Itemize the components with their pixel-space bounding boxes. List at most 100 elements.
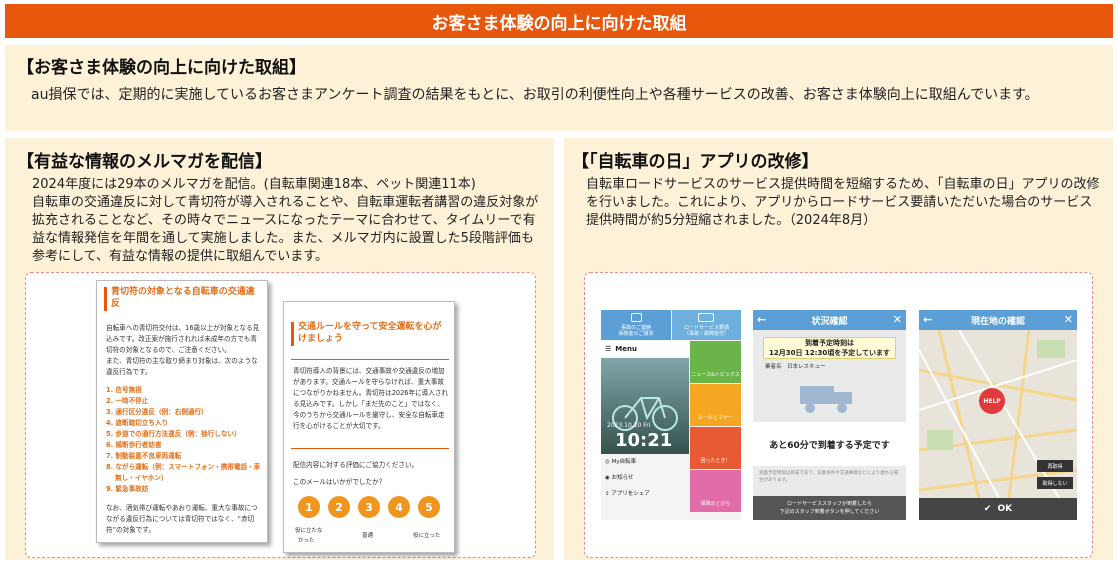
chat-icon (631, 313, 642, 322)
my-bike-label: My自転車 (611, 459, 637, 465)
tow-truck-icon (800, 386, 852, 413)
map-roads (919, 329, 1077, 499)
app-body: 自転車ロードサービスのサービス提供時間を短縮するため、「自転車の日」アプリの改修… (586, 177, 1100, 228)
check-icon: ✔ (983, 504, 992, 514)
menu-bar[interactable]: ☰ Menu (601, 341, 689, 357)
road-service-label: ロードサービス要請 （事故・故障受付） (683, 325, 729, 337)
list-item: 3. 通行区分違反（例：右側通行） (106, 408, 208, 416)
company-row: 業者名 日本レスキュー (765, 362, 826, 370)
list-item: 2. 一時不停止 (106, 397, 149, 405)
list-item: 4. 遮断踏切立ち入り (106, 419, 169, 427)
news-tile-label: ニュース&トピックス (691, 372, 740, 378)
list-item: 5. 歩道での通行方法違反（例：徐行しない） (106, 430, 241, 438)
app-panel: 【「自転車の日」アプリの改修】 自転車ロードサービスのサービス提供時間を短縮する… (564, 138, 1113, 560)
banner-title: お客さま体験の向上に向けた取組 (431, 13, 687, 34)
list-item: 9. 緊急事故妨 (106, 485, 149, 493)
status-title: 状況確認 (811, 316, 848, 327)
rating-button-3[interactable]: 3 (358, 496, 380, 518)
road-service-tile[interactable]: ロードサービス要請 （事故・故障受付） (672, 310, 741, 340)
list-item: 無し・イヤホン） (115, 474, 168, 482)
list-item: 1. 信号無視 (106, 386, 142, 394)
rating-button-5[interactable]: 5 (418, 496, 440, 518)
newsletter-card-violations: 青切符の対象となる自転車の交通違反 自転車への青切符交付は、16歳以上が対象とな… (96, 280, 268, 543)
reacquire-button[interactable]: 再取得 (1037, 460, 1073, 472)
skip-button[interactable]: 取得しない (1037, 477, 1073, 489)
card1-title: 青切符の対象となる自転車の交通違反 (111, 287, 255, 309)
card2-paragraph-1: 青切符導入の背景には、交通事故や交通違反の増加があります。交通ルールを守らなけれ… (293, 367, 449, 430)
divider (291, 448, 449, 449)
eta-note: 到着予定時刻は目安であり、気象条件や交通事情などにより遅れる場合があります。 (759, 471, 899, 483)
notice-link[interactable]: ◉ お知らせ (605, 473, 633, 481)
intro-heading: 【お客さま体験の向上に向けた取組】 (17, 58, 306, 78)
share-label: アプリをシェア (611, 491, 650, 497)
newsletter-body: 自転車の交通違反に対して青切符が導入されることや、自転車運転者講習の違反対象が拡… (32, 195, 539, 264)
rules-tile-label: ルールとマナー (697, 415, 733, 421)
list-item: 7. 制動装置不良車両運転 (106, 452, 182, 460)
rating-button-4[interactable]: 4 (388, 496, 410, 518)
app-heading: 【「自転車の日」アプリの改修】 (572, 152, 819, 172)
app-home-screen: 事故のご連絡 保険金のご請求 ロードサービス要請 （事故・故障受付） ☰ Menu… (601, 310, 741, 520)
status-screen: ← 状況確認 ✕ 到着予定時刻は 12月30日 12:30頃を予定しています 業… (753, 310, 906, 520)
company-label: 業者名 (765, 364, 782, 370)
status-header: ← 状況確認 ✕ (753, 310, 906, 330)
newsletter-heading: 【有益な情報のメルマガを配信】 (17, 152, 272, 172)
location-screen: ← 現在地の確認 ✕ HELP 再取得 取得しない ✔ OK (919, 310, 1077, 520)
rating-mid-label: 普通 (362, 533, 374, 539)
app-screens-frame: 事故のご連絡 保険金のご請求 ロードサービス要請 （事故・故障受付） ☰ Menu… (584, 272, 1093, 558)
rating-low-label: 役に立たな (295, 528, 323, 534)
location-title: 現在地の確認 (970, 316, 1025, 327)
eta-text: あと60分で到着する予定です (753, 422, 906, 466)
bicycle-photo: 2023.10.20 Fri 10:21 (601, 358, 689, 454)
home-time: 10:21 (615, 430, 673, 451)
ok-button[interactable]: ✔ OK (919, 498, 1077, 520)
rating-button-1[interactable]: 1 (298, 496, 320, 518)
newsletter-summary: 2024年度には29本のメルマガを配信。(自転車関連18本、ペット関連11本) (32, 177, 476, 192)
trouble-tile[interactable]: 困ったとき！ (690, 427, 741, 469)
card1-paragraph-3: なお、酒気帯び運転やあおり運転、重大な事故につながる違反行為については青切符では… (106, 504, 258, 534)
card1-paragraph-1: 自転車への青切符交付は、16歳以上が対象となる見込みです。改正案が施行されれば未… (106, 324, 260, 354)
list-item: 8. ながら運転（例：スマートフォン・携帯電話・車 (106, 463, 261, 471)
news-tile[interactable]: ニュース&トピックス (690, 341, 741, 383)
insurance-tile-label: 保険のとびら (700, 501, 731, 507)
card2-paragraph-2: 配信内容に対する評価にご協力ください。 (293, 461, 419, 469)
menu-label: Menu (615, 345, 637, 353)
newsletter-card-rating: 交通ルールを守って安全運転を心がけましょう 青切符導入の背景には、交通事故や交通… (283, 301, 455, 553)
trouble-tile-label: 困ったとき！ (700, 458, 731, 464)
hamburger-icon: ☰ (605, 345, 612, 353)
card1-violation-list: 1. 信号無視 2. 一時不停止 3. 通行区分違反（例：右側通行） 4. 遮断… (106, 385, 266, 495)
help-pin-icon: HELP (979, 388, 1005, 414)
back-arrow-icon[interactable]: ← (757, 313, 766, 326)
intro-body: au損保では、定期的に実施しているお客さまアンケート調査の結果をもとに、お取引の… (31, 87, 1039, 103)
rating-button-2[interactable]: 2 (328, 496, 350, 518)
truck-icon (698, 313, 714, 322)
share-link[interactable]: ⇪ アプリをシェア (605, 489, 650, 497)
newsletter-sample-frame: 青切符の対象となる自転車の交通違反 自転車への青切符交付は、16歳以上が対象とな… (25, 272, 536, 558)
notice-label: お知らせ (611, 475, 634, 481)
newsletter-panel: 【有益な情報のメルマガを配信】 2024年度には29本のメルマガを配信。(自転車… (5, 138, 554, 560)
intro-panel: 【お客さま体験の向上に向けた取組】 au損保では、定期的に実施しているお客さまア… (5, 45, 1113, 131)
location-header: ← 現在地の確認 ✕ (919, 310, 1077, 330)
list-item: 6. 横断歩行者妨害 (106, 441, 162, 449)
rating-high-label: 役に立った (413, 533, 441, 539)
close-icon[interactable]: ✕ (1064, 313, 1073, 326)
card-title-bar (104, 287, 107, 311)
staff-arrival-notice: ロードサービススタッフが到着したら 下記のスタッフ到着ボタンを押してください (753, 496, 906, 520)
ok-label: OK (997, 504, 1013, 514)
divider (291, 359, 449, 360)
card2-title: 交通ルールを守って安全運転を心がけましょう (298, 322, 442, 344)
card1-paragraph-2: また、青切符の主な取り締まり対象は、次のような違反行為です。 (106, 357, 258, 376)
rating-question: このメールはいかがでしたか？ (293, 478, 386, 486)
company-name: 日本レスキュー (787, 364, 826, 370)
insurance-tile[interactable]: 保険のとびら (690, 470, 741, 512)
arrival-label: 到着予定時刻は (805, 339, 854, 347)
arrival-box: 到着予定時刻は 12月30日 12:30頃を予定しています (763, 337, 896, 359)
card-title-bar (291, 322, 294, 346)
rating-low-label-2: かった (298, 538, 315, 544)
map-view[interactable]: HELP 再取得 取得しない (919, 329, 1077, 499)
back-arrow-icon[interactable]: ← (923, 313, 932, 326)
accident-report-tile[interactable]: 事故のご連絡 保険金のご請求 (601, 310, 671, 340)
home-date: 2023.10.20 Fri (607, 422, 651, 429)
my-bike-link[interactable]: ◎ My自転車 (605, 457, 636, 465)
close-icon[interactable]: ✕ (893, 313, 902, 326)
rules-tile[interactable]: ルールとマナー (690, 384, 741, 426)
